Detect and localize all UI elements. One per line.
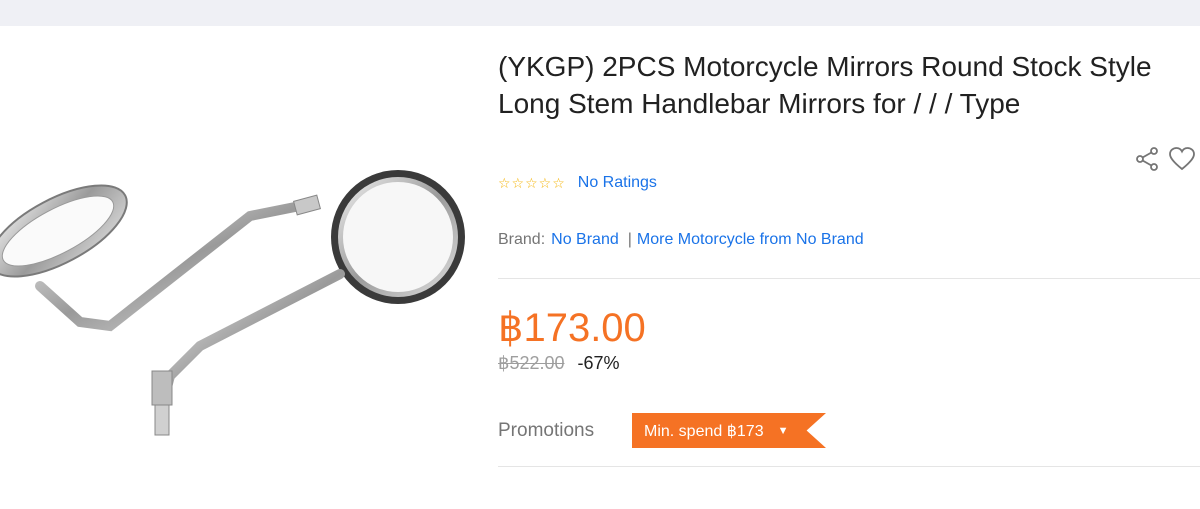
chevron-down-icon: ▼ bbox=[777, 424, 789, 437]
original-price: ฿522.00 bbox=[498, 353, 565, 373]
share-icon[interactable] bbox=[1134, 146, 1160, 177]
brand-label: Brand: bbox=[498, 231, 546, 248]
top-breadcrumb-bar bbox=[0, 0, 1200, 26]
ratings-row: ☆☆☆☆☆ No Ratings bbox=[498, 174, 657, 192]
current-price: ฿173.00 bbox=[498, 306, 646, 350]
brand-link[interactable]: No Brand bbox=[551, 231, 619, 249]
divider bbox=[498, 278, 1200, 279]
product-actions bbox=[1134, 146, 1196, 177]
divider bbox=[498, 466, 1200, 467]
rating-stars-icon: ☆☆☆☆☆ bbox=[498, 174, 566, 191]
brand-separator: | bbox=[627, 231, 632, 248]
promotion-tag-text: Min. spend ฿173 bbox=[644, 422, 764, 440]
discount-percent: -67% bbox=[577, 353, 620, 373]
original-price-row: ฿522.00 -67% bbox=[498, 353, 620, 374]
more-from-brand-link[interactable]: More Motorcycle from No Brand bbox=[637, 231, 864, 249]
mirror-illustration bbox=[0, 170, 465, 436]
product-title: (YKGP) 2PCS Motorcycle Mirrors Round Sto… bbox=[498, 51, 1152, 119]
brand-row: Brand: No Brand | More Motorcycle from N… bbox=[498, 231, 864, 249]
product-image[interactable] bbox=[0, 26, 470, 509]
promotion-tag[interactable]: Min. spend ฿173 ▼ bbox=[632, 413, 826, 448]
ratings-link[interactable]: No Ratings bbox=[578, 174, 657, 192]
promotions-label: Promotions bbox=[498, 420, 595, 441]
heart-icon[interactable] bbox=[1168, 146, 1196, 177]
